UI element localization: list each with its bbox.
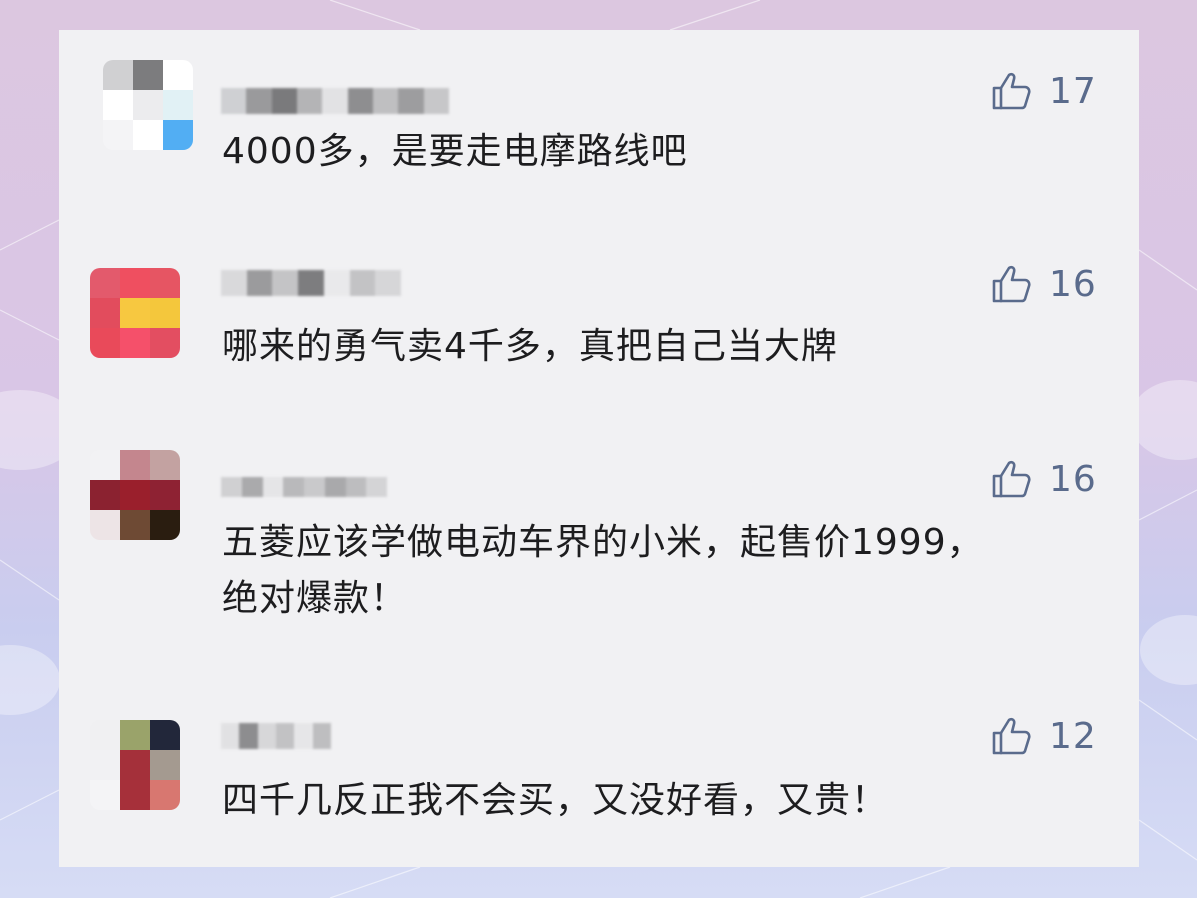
username-pixel — [272, 270, 299, 296]
username-pixel — [271, 88, 297, 114]
like-count: 12 — [1049, 715, 1097, 757]
avatar-pixel — [150, 480, 180, 510]
avatar-pixel — [120, 720, 150, 750]
username-pixel — [298, 270, 324, 296]
avatar-pixel — [133, 60, 163, 90]
avatar-pixel — [103, 90, 133, 120]
thumbs-up-icon — [992, 265, 1031, 303]
username-pixel — [294, 723, 313, 749]
username-pixel — [304, 477, 325, 497]
username-pixel — [262, 477, 284, 497]
avatar[interactable] — [90, 450, 180, 540]
username-pixel — [275, 723, 295, 749]
like-button[interactable]: 16 — [991, 263, 1097, 305]
username-pixel — [257, 723, 276, 749]
avatar-pixel — [163, 120, 193, 150]
avatar-pixel — [120, 510, 150, 540]
avatar-pixel — [90, 780, 120, 810]
username-blurred[interactable] — [221, 723, 331, 749]
comment-text: 五菱应该学做电动车界的小米，起售价1999，绝对爆款！ — [222, 522, 984, 619]
avatar-pixel — [150, 510, 180, 540]
username-pixel — [366, 477, 387, 497]
username-pixel — [221, 88, 247, 114]
avatar-pixel — [120, 780, 150, 810]
avatar-pixel — [150, 298, 180, 328]
avatar-pixel — [90, 268, 120, 298]
avatar-pixel — [120, 450, 150, 480]
avatar-pixel — [150, 328, 180, 358]
comment-text: 哪来的勇气卖4千多，真把自己当大牌 — [222, 326, 838, 367]
username-pixel — [221, 723, 240, 749]
username-pixel — [423, 88, 449, 114]
username-pixel — [323, 270, 350, 296]
like-count: 16 — [1049, 263, 1097, 305]
avatar-pixel — [163, 90, 193, 120]
avatar-pixel — [90, 750, 120, 780]
avatar-pixel — [90, 328, 120, 358]
username-pixel — [375, 270, 401, 296]
username-pixel — [241, 477, 263, 497]
comment-text: 四千几反正我不会买，又没好看，又贵！ — [222, 780, 889, 821]
like-count: 16 — [1049, 458, 1097, 500]
username-pixel — [221, 270, 247, 296]
username-pixel — [239, 723, 258, 749]
like-button[interactable]: 16 — [991, 458, 1097, 500]
username-pixel — [283, 477, 304, 497]
like-button[interactable]: 12 — [991, 715, 1097, 757]
thumbs-up-icon — [992, 460, 1031, 498]
username-pixel — [324, 477, 346, 497]
avatar-pixel — [90, 450, 120, 480]
username-blurred[interactable] — [221, 88, 449, 114]
username-blurred[interactable] — [221, 477, 387, 497]
avatar[interactable] — [103, 60, 193, 150]
username-blurred[interactable] — [221, 270, 401, 296]
avatar-pixel — [120, 268, 150, 298]
username-pixel — [296, 88, 323, 114]
avatar-pixel — [90, 480, 120, 510]
avatar-pixel — [120, 750, 150, 780]
avatar-pixel — [150, 268, 180, 298]
username-pixel — [312, 723, 331, 749]
comment-text: 4000多，是要走电摩路线吧 — [222, 131, 688, 172]
avatar-pixel — [120, 480, 150, 510]
avatar-pixel — [150, 780, 180, 810]
comments-card: 4000多，是要走电摩路线吧 17 哪来的勇气卖4千多，真把自己当大牌 16 五… — [59, 30, 1139, 867]
thumbs-up-icon — [992, 72, 1031, 110]
avatar-pixel — [120, 328, 150, 358]
username-pixel — [349, 270, 376, 296]
username-pixel — [347, 88, 373, 114]
avatar[interactable] — [90, 268, 180, 358]
username-pixel — [246, 88, 272, 114]
avatar-pixel — [163, 60, 193, 90]
avatar-pixel — [150, 750, 180, 780]
avatar-pixel — [90, 510, 120, 540]
avatar-pixel — [133, 120, 163, 150]
avatar-pixel — [103, 120, 133, 150]
avatar-pixel — [103, 60, 133, 90]
avatar-pixel — [150, 720, 180, 750]
username-pixel — [398, 88, 424, 114]
avatar-pixel — [150, 450, 180, 480]
avatar-pixel — [120, 298, 150, 328]
like-button[interactable]: 17 — [991, 70, 1097, 112]
avatar[interactable] — [90, 720, 180, 810]
username-pixel — [246, 270, 273, 296]
like-count: 17 — [1049, 70, 1097, 112]
username-pixel — [372, 88, 399, 114]
avatar-pixel — [133, 90, 163, 120]
username-pixel — [345, 477, 367, 497]
avatar-pixel — [90, 720, 120, 750]
username-pixel — [322, 88, 348, 114]
thumbs-up-icon — [992, 717, 1031, 755]
username-pixel — [221, 477, 242, 497]
avatar-pixel — [90, 298, 120, 328]
